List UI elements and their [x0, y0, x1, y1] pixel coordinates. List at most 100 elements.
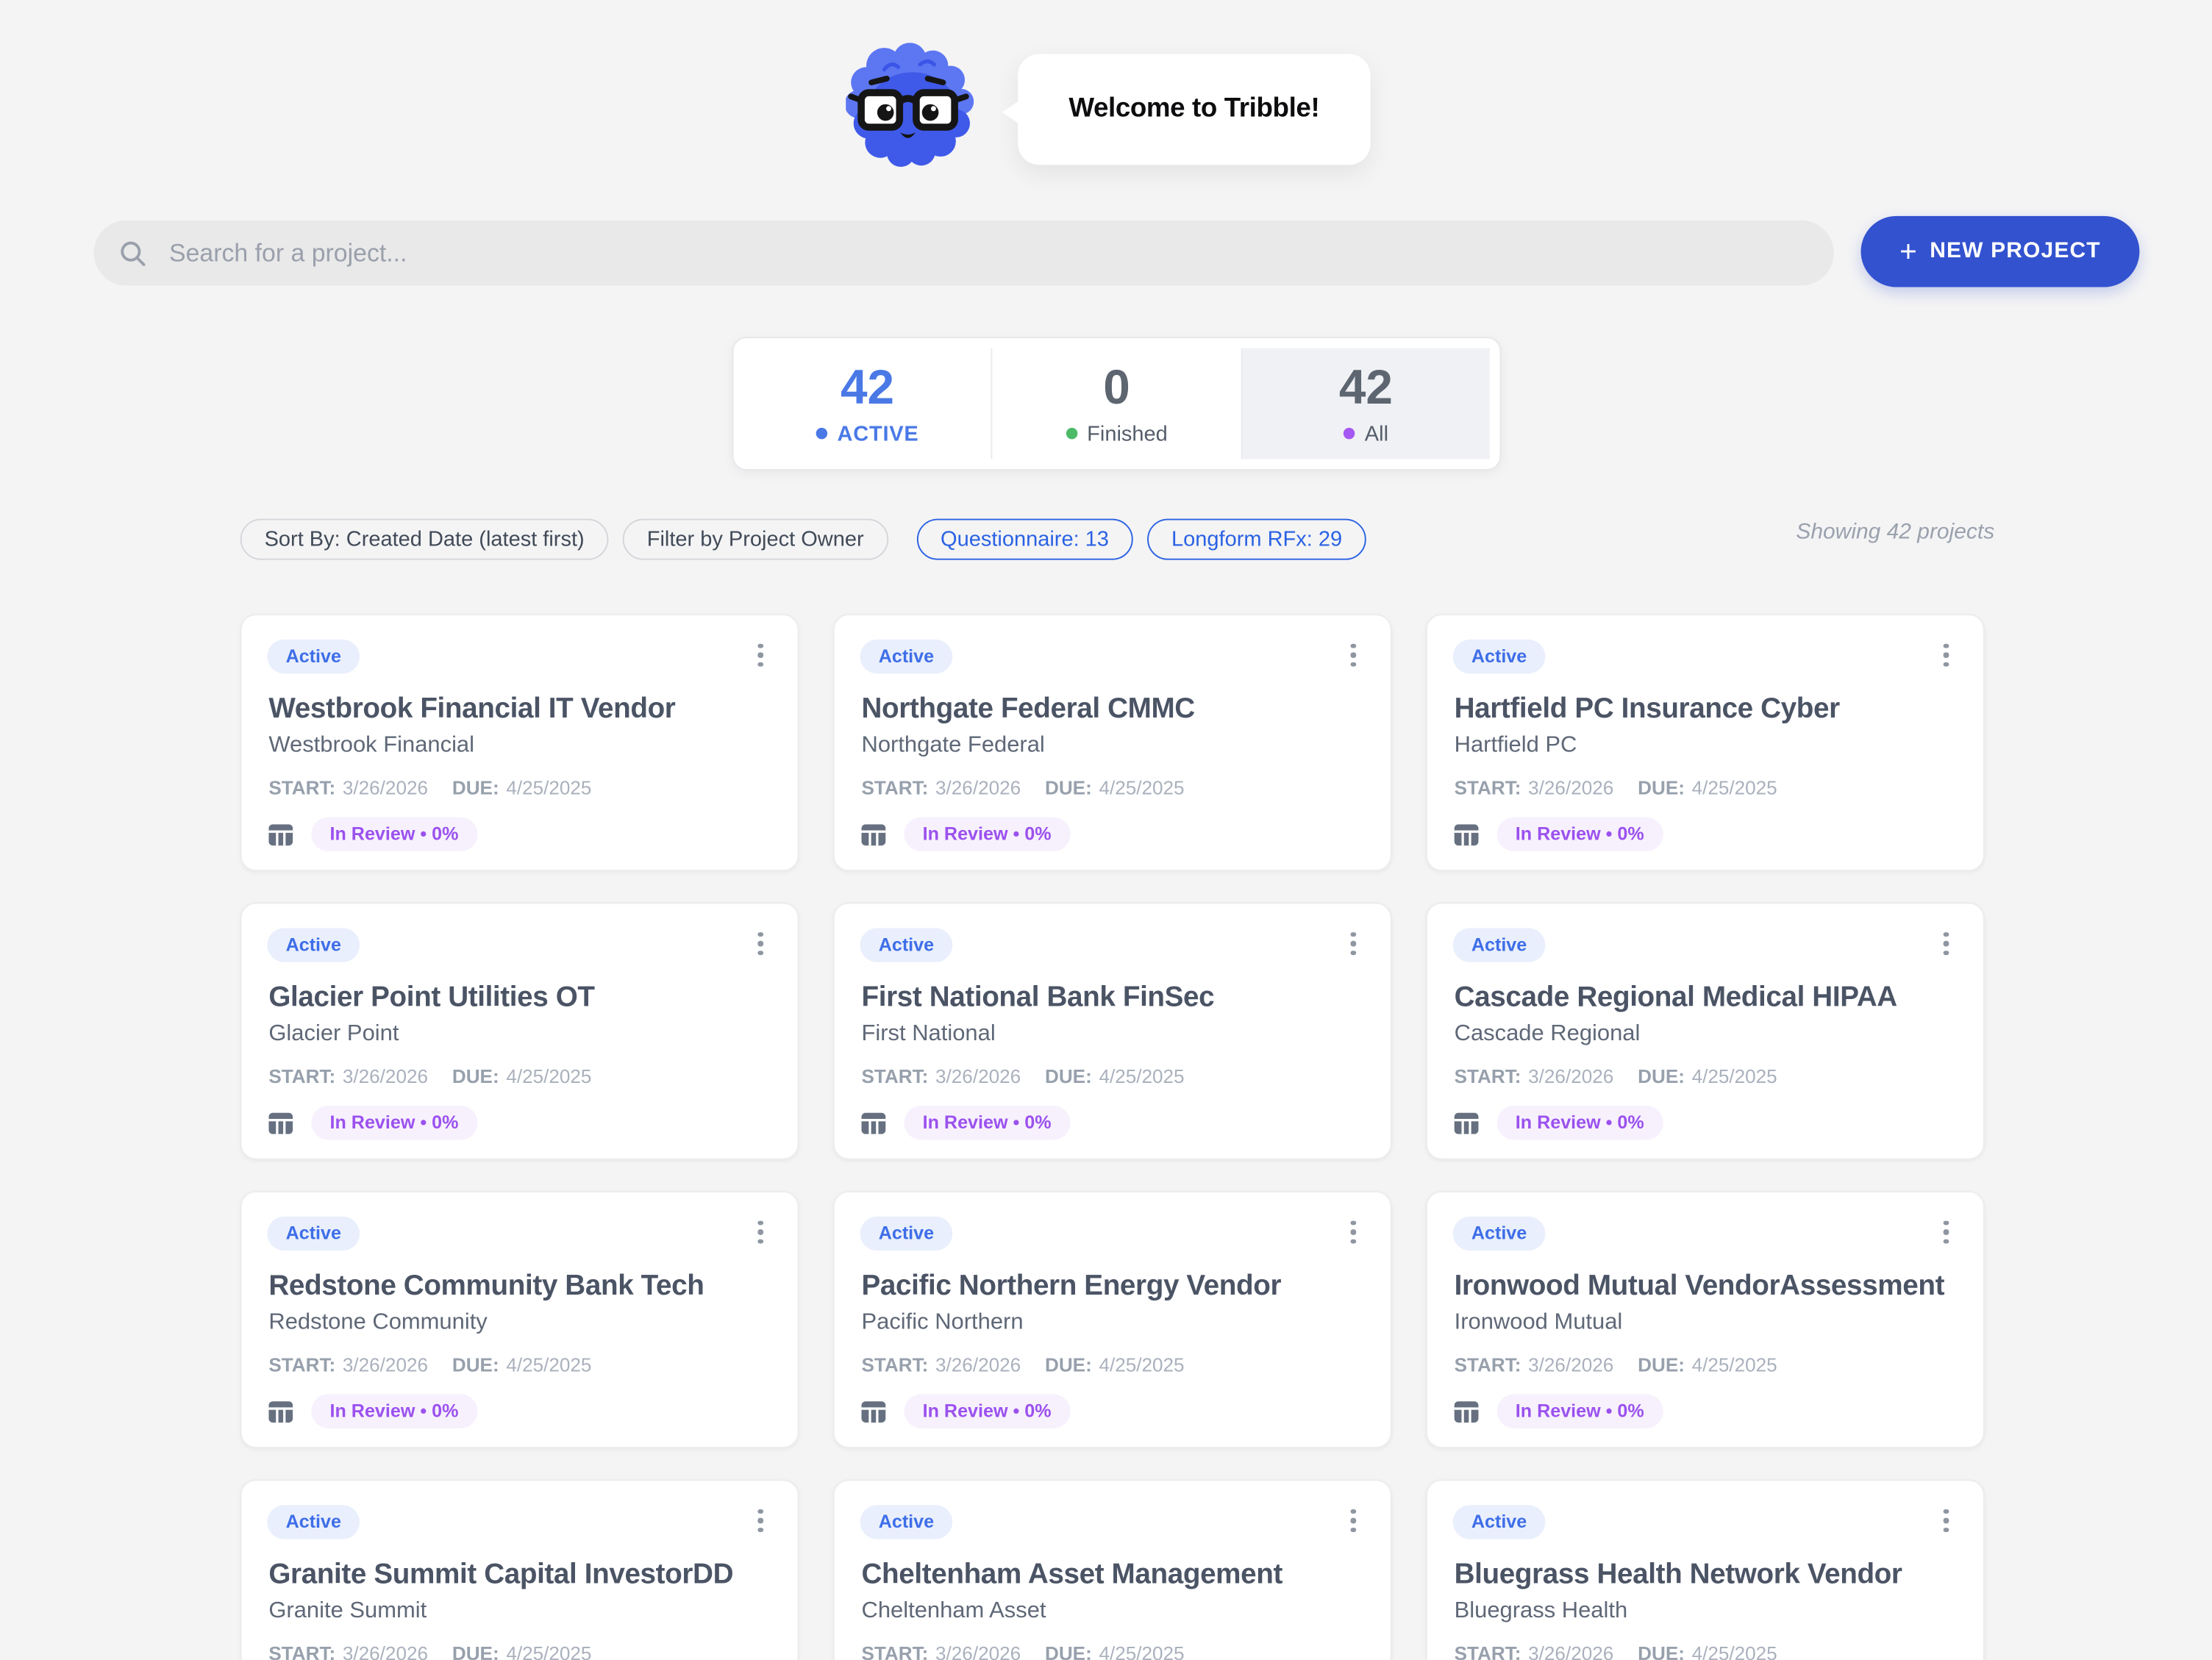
all-dot-icon [1344, 428, 1355, 439]
due-label: DUE: [1638, 1643, 1685, 1660]
project-title: Hartfield PC Insurance Cyber [1455, 692, 1963, 726]
project-subtitle: Hartfield PC [1455, 732, 1963, 761]
project-subtitle: Ironwood Mutual [1455, 1309, 1963, 1337]
project-card[interactable]: Active Granite Summit Capital InvestorDD… [240, 1479, 799, 1660]
project-card[interactable]: Active Northgate Federal CMMC Northgate … [833, 614, 1392, 871]
project-status-badge: Active [1453, 1505, 1546, 1539]
project-card[interactable]: Active Pacific Northern Energy Vendor Pa… [833, 1191, 1392, 1448]
kebab-menu-icon[interactable] [1932, 926, 1961, 960]
project-dates: START: 3/26/2026 DUE: 4/25/2025 [1455, 777, 1777, 800]
search-input[interactable] [166, 237, 1834, 269]
project-search-bar [94, 221, 1834, 286]
project-subtitle: Northgate Federal [861, 732, 1370, 761]
projects-grid: Active Westbrook Financial IT Vendor Wes… [240, 614, 1985, 1660]
due-label: DUE: [1638, 1354, 1685, 1377]
kebab-menu-icon[interactable] [746, 638, 775, 672]
kebab-menu-icon[interactable] [746, 926, 775, 960]
stat-finished-value: 0 [1103, 362, 1130, 413]
due-date: 4/25/2025 [1692, 1643, 1777, 1660]
project-dates: START: 3/26/2026 DUE: 4/25/2025 [861, 777, 1184, 800]
stat-finished-label: Finished [1087, 421, 1168, 446]
kebab-menu-icon[interactable] [1339, 638, 1368, 672]
dashboard-page: Welcome to Tribble! + NEW PROJECT 42 ACT… [0, 0, 2212, 1660]
longform-rfx-chip[interactable]: Longform RFx: 29 [1147, 519, 1366, 560]
project-status-badge: Active [1453, 640, 1546, 673]
project-dates: START: 3/26/2026 DUE: 4/25/2025 [268, 777, 591, 800]
project-subtitle: Pacific Northern [861, 1309, 1370, 1337]
progress-badge: In Review • 0% [311, 1106, 477, 1140]
kebab-menu-icon[interactable] [1339, 926, 1368, 960]
due-label: DUE: [1045, 1643, 1092, 1660]
start-date: 3/26/2026 [1528, 1066, 1613, 1089]
project-dates: START: 3/26/2026 DUE: 4/25/2025 [861, 1643, 1184, 1660]
stat-all-label: All [1365, 421, 1388, 446]
filter-owner-chip[interactable]: Filter by Project Owner [623, 519, 888, 560]
stat-active-label: ACTIVE [838, 421, 919, 446]
table-icon [1455, 823, 1479, 845]
kebab-menu-icon[interactable] [1339, 1215, 1368, 1249]
start-date: 3/26/2026 [935, 1066, 1021, 1089]
start-label: START: [268, 1354, 335, 1377]
project-subtitle: Cheltenham Asset [861, 1598, 1370, 1626]
start-date: 3/26/2026 [343, 1354, 428, 1377]
start-label: START: [1455, 1066, 1521, 1089]
new-project-button[interactable]: + NEW PROJECT [1861, 216, 2140, 287]
kebab-menu-icon[interactable] [1932, 1503, 1961, 1537]
project-subtitle: Glacier Point [268, 1020, 777, 1049]
due-label: DUE: [452, 1354, 499, 1377]
stat-finished[interactable]: 0 Finished [991, 348, 1241, 459]
project-status-badge: Active [267, 1217, 360, 1251]
project-card[interactable]: Active Cheltenham Asset Management Chelt… [833, 1479, 1392, 1660]
start-date: 3/26/2026 [1528, 1354, 1613, 1377]
project-dates: START: 3/26/2026 DUE: 4/25/2025 [861, 1354, 1184, 1377]
project-subtitle: Granite Summit [268, 1598, 777, 1626]
due-label: DUE: [1045, 1066, 1092, 1089]
kebab-menu-icon[interactable] [1932, 1215, 1961, 1249]
stat-active[interactable]: 42 ACTIVE [743, 348, 991, 459]
progress-badge: In Review • 0% [904, 1106, 1069, 1140]
project-card[interactable]: Active Glacier Point Utilities OT Glacie… [240, 903, 799, 1160]
project-title: Cascade Regional Medical HIPAA [1455, 981, 1963, 1015]
due-date: 4/25/2025 [1099, 777, 1184, 800]
due-label: DUE: [452, 1066, 499, 1089]
kebab-menu-icon[interactable] [1339, 1503, 1368, 1537]
project-card[interactable]: Active Redstone Community Bank Tech Reds… [240, 1191, 799, 1448]
kebab-menu-icon[interactable] [746, 1215, 775, 1249]
sort-by-chip[interactable]: Sort By: Created Date (latest first) [240, 519, 609, 560]
plus-icon: + [1899, 237, 1917, 267]
project-title: Ironwood Mutual VendorAssessment [1455, 1269, 1963, 1303]
project-card[interactable]: Active Cascade Regional Medical HIPAA Ca… [1426, 903, 1985, 1160]
project-status-badge: Active [1453, 928, 1546, 962]
project-card[interactable]: Active Bluegrass Health Network Vendor B… [1426, 1479, 1985, 1660]
start-date: 3/26/2026 [1528, 777, 1613, 800]
start-label: START: [268, 1643, 335, 1660]
start-label: START: [861, 1643, 928, 1660]
questionnaire-chip[interactable]: Questionnaire: 13 [916, 519, 1133, 560]
project-title: Pacific Northern Energy Vendor [861, 1269, 1370, 1303]
due-date: 4/25/2025 [506, 1354, 591, 1377]
project-title: Westbrook Financial IT Vendor [268, 692, 777, 726]
project-card[interactable]: Active Hartfield PC Insurance Cyber Hart… [1426, 614, 1985, 871]
active-dot-icon [816, 428, 827, 439]
stat-all[interactable]: 42 All [1241, 348, 1490, 459]
table-icon [268, 1400, 293, 1422]
project-status-badge: Active [267, 1505, 360, 1539]
due-date: 4/25/2025 [506, 1066, 591, 1089]
kebab-menu-icon[interactable] [1932, 638, 1961, 672]
project-dates: START: 3/26/2026 DUE: 4/25/2025 [268, 1643, 591, 1660]
start-label: START: [1455, 1643, 1521, 1660]
due-date: 4/25/2025 [1099, 1066, 1184, 1089]
project-card[interactable]: Active Westbrook Financial IT Vendor Wes… [240, 614, 799, 871]
table-icon [1455, 1112, 1479, 1134]
project-stats-card: 42 ACTIVE 0 Finished 42 All [732, 337, 1502, 471]
project-card[interactable]: Active Ironwood Mutual VendorAssessment … [1426, 1191, 1985, 1448]
kebab-menu-icon[interactable] [746, 1503, 775, 1537]
progress-badge: In Review • 0% [1497, 1106, 1663, 1140]
project-card[interactable]: Active First National Bank FinSec First … [833, 903, 1392, 1160]
due-date: 4/25/2025 [1099, 1354, 1184, 1377]
start-date: 3/26/2026 [343, 1066, 428, 1089]
start-label: START: [861, 1066, 928, 1089]
due-label: DUE: [1638, 1066, 1685, 1089]
project-subtitle: Redstone Community [268, 1309, 777, 1337]
project-title: First National Bank FinSec [861, 981, 1370, 1015]
